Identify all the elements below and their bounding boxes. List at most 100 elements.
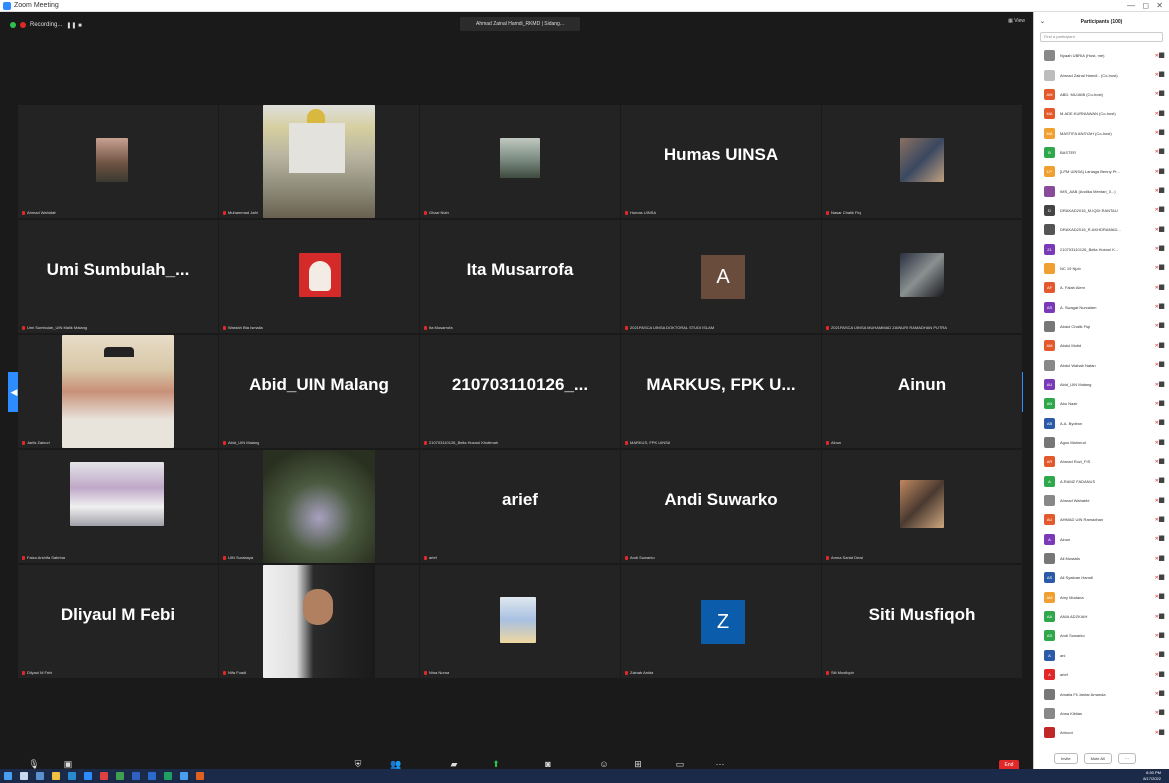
participant-row[interactable]: AA ANIA ADZKIAH ✕⬛ [1034,607,1169,626]
participant-row[interactable]: MA MASTIFA ANSYAH (Co-host) ✕⬛ [1034,123,1169,142]
start-icon[interactable] [4,772,12,780]
participant-row[interactable]: Agus Mahmud ✕⬛ [1034,433,1169,452]
pause-icon[interactable]: ❚❚ ■ [66,22,81,29]
muted-mic-icon [826,670,829,675]
participant-row[interactable]: MA M.ADE.KURNIAWAN (Co-host) ✕⬛ [1034,104,1169,123]
participant-row[interactable]: LP [LPM UINSA] Laniaga Benny Pr... ✕⬛ [1034,162,1169,181]
participant-search-input[interactable]: Find a participant [1040,32,1163,42]
video-tile[interactable]: 210703110126_... 210703110126_Bella Husn… [420,335,620,448]
participant-row[interactable]: Abdul Wahab Nafan ✕⬛ [1034,356,1169,375]
video-tile[interactable]: A 2021PASCA UINSA DOKTORAL STUDI ISLAM [621,220,821,333]
video-tile[interactable]: Nasar Chalik Fiqi [822,105,1022,218]
participant-row[interactable]: A A.RAMZ FADANUS ✕⬛ [1034,472,1169,491]
participant-row[interactable]: AN Abu Nazir ✕⬛ [1034,394,1169,413]
file-explorer-icon[interactable] [52,772,60,780]
avatar: AM [1044,591,1055,603]
participant-name: Ainun [1060,536,1071,542]
zoom-taskbar-icon[interactable] [84,772,92,780]
video-tile[interactable]: Nifa Fuadi [219,565,419,678]
video-tile[interactable]: UIN Surabaya [219,450,419,563]
participant-name: ANIA ADZKIAH [1060,614,1088,620]
system-clock: 8:30 PM 8/17/2022 [1143,770,1161,781]
video-tile[interactable]: Wardah Bta Ismaila [219,220,419,333]
participant-row[interactable]: AU Abid_UIN Malang ✕⬛ [1034,375,1169,394]
invite-button[interactable]: Invite [1054,752,1078,764]
video-tile[interactable]: Ghazi Nizbi [420,105,620,218]
collapse-panel-icon[interactable]: ⌄ [1040,12,1045,32]
video-tile[interactable]: Dliyaul M Febi Dliyaul M Febi [18,565,218,678]
video-tile[interactable]: Nina Nurna [420,565,620,678]
close-icon[interactable]: ✕ [1156,0,1163,12]
participant-row[interactable]: AF A. Falah Alem ✕⬛ [1034,278,1169,297]
mute-all-button[interactable]: Mute All [1083,752,1112,764]
participant-row[interactable]: 21 210703110126_Bella Husnul K... ✕⬛ [1034,239,1169,258]
participant-row[interactable]: DRAKAD2016_R.AKHDRAMAD... ✕⬛ [1034,220,1169,239]
video-tile[interactable]: Muhammad Jafri [219,105,419,218]
video-tile[interactable]: Umi Sumbulah_... Umi Sumbulah_UIN Malik … [18,220,218,333]
app-icon[interactable] [180,772,188,780]
participant-row[interactable]: A Ainun ✕⬛ [1034,530,1169,549]
more-options-icon[interactable]: ··· [1117,752,1136,764]
edge-icon[interactable] [68,772,76,780]
excel-icon[interactable] [164,772,172,780]
participant-row[interactable]: Nyaah UBRIA (Host, me) ✕⬛ [1034,46,1169,65]
video-tile[interactable]: Andi Suwarko Andi Suwarko [621,450,821,563]
avatar [1044,495,1055,507]
participant-row[interactable]: D DRAKAD2016_M.IQDI.RANTAU ✕⬛ [1034,201,1169,220]
video-tile[interactable]: 2021PASCA UINSA MUHAMMAD ZAINURI RAMADHA… [822,220,1022,333]
video-tile[interactable]: arief arief [420,450,620,563]
participant-row[interactable]: IMS_AAB (Andika Mentari_0...) ✕⬛ [1034,181,1169,200]
participant-row[interactable]: AR Ahmad Rozi_FIS ✕⬛ [1034,452,1169,471]
search-icon[interactable] [20,772,28,780]
participant-row[interactable]: Aarief ✕⬛ [1034,665,1169,684]
participant-row[interactable]: Ahmad Zainal Hamdi - (Co-host) ✕⬛ [1034,65,1169,84]
participant-row[interactable]: AM ABD. MUJAIB (Co-host) ✕⬛ [1034,85,1169,104]
video-tile[interactable]: Ainun Ainun [822,335,1022,448]
avatar: AF [1044,282,1055,294]
participant-name: Abu Nazir [1060,401,1078,407]
app-icon[interactable] [116,772,124,780]
participant-name: Ali Mustafa [1060,556,1080,562]
video-tile[interactable]: Jarlis Zainuri [18,335,218,448]
participant-row[interactable]: AS Ali Syakran Hamdi ✕⬛ [1034,568,1169,587]
participant-row[interactable]: AS A. Swagat Nurcalam ✕⬛ [1034,297,1169,316]
maximize-icon[interactable]: ◻ [1142,0,1149,12]
participant-row[interactable]: AM Abdul Mutid ✕⬛ [1034,336,1169,355]
participant-label: Wardah Bta Ismaila [228,325,263,330]
participant-row[interactable]: Amalia Fil Jantar Amanda ✕⬛ [1034,684,1169,703]
participant-row[interactable]: Arwa Kiblias ✕⬛ [1034,704,1169,723]
participant-row[interactable]: NC 19 Njob ✕⬛ [1034,259,1169,278]
task-view-icon[interactable] [36,772,44,780]
participant-row[interactable]: Ali Mustafa ✕⬛ [1034,549,1169,568]
video-tile[interactable]: MARKUS, FPK U... MARKUS, FPK UINSA [621,335,821,448]
video-tile[interactable]: Amna Sariat Dewi [822,450,1022,563]
muted-mic-icon [826,210,829,215]
participant-name: Nyaah UBRIA (Host, me) [1060,53,1105,59]
participant-row[interactable]: AM Amy Mudana ✕⬛ [1034,588,1169,607]
app-icon[interactable] [196,772,204,780]
participant-row[interactable]: AU AHMAD UIN Ramadhan ✕⬛ [1034,510,1169,529]
video-tile[interactable]: Humas UINSA Humas UINSA [621,105,821,218]
active-speaker-label: Ahmad Zainal Hamdi_RKMD | Sidang... [460,17,580,31]
minimize-icon[interactable]: — [1127,0,1135,12]
participant-row[interactable]: Abdul Chalik Fiqi ✕⬛ [1034,317,1169,336]
participant-row[interactable]: AS Andi Suwarko ✕⬛ [1034,626,1169,645]
app-icon[interactable] [132,772,140,780]
video-tile[interactable]: Z Zainab Anida [621,565,821,678]
word-icon[interactable] [148,772,156,780]
video-tile[interactable]: Siti Musfiqoh Siti Musfiqoh [822,565,1022,678]
view-button[interactable]: ▦ View [1008,18,1025,24]
recording-indicator[interactable]: Recording... ❚❚ ■ [10,18,82,32]
video-tile[interactable]: Faiza Arshifa Sabrina [18,450,218,563]
video-tile[interactable]: Ahmad Wahidah [18,105,218,218]
muted-mic-icon [826,325,829,330]
app-icon[interactable] [100,772,108,780]
video-tile[interactable]: Abid_UIN Malang Abid_UIN Malang [219,335,419,448]
participant-row[interactable]: B BASTER ✕⬛ [1034,143,1169,162]
participant-row[interactable]: Ahmad Wahabbi ✕⬛ [1034,491,1169,510]
participant-row[interactable]: Arinoot ✕⬛ [1034,723,1169,742]
video-tile[interactable]: Ita Musarrofa Ita Musarrofa [420,220,620,333]
participant-row[interactable]: Aani ✕⬛ [1034,646,1169,665]
participant-label: 2021PASCA UINSA DOKTORAL STUDI ISLAM [630,325,715,330]
participant-row[interactable]: AB A.A. Bydeon ✕⬛ [1034,414,1169,433]
